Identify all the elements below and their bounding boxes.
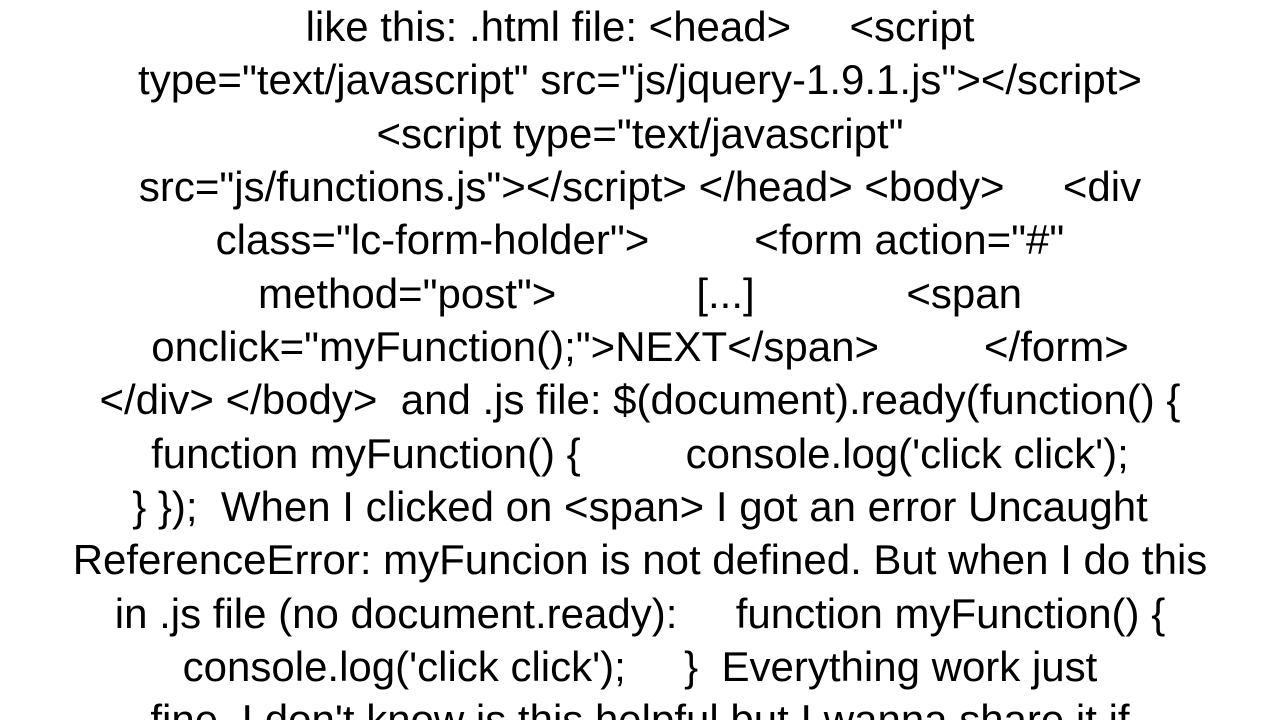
document-container: like this: .html file: <head> <script ty… <box>0 0 1280 720</box>
document-text: like this: .html file: <head> <script ty… <box>73 0 1208 720</box>
